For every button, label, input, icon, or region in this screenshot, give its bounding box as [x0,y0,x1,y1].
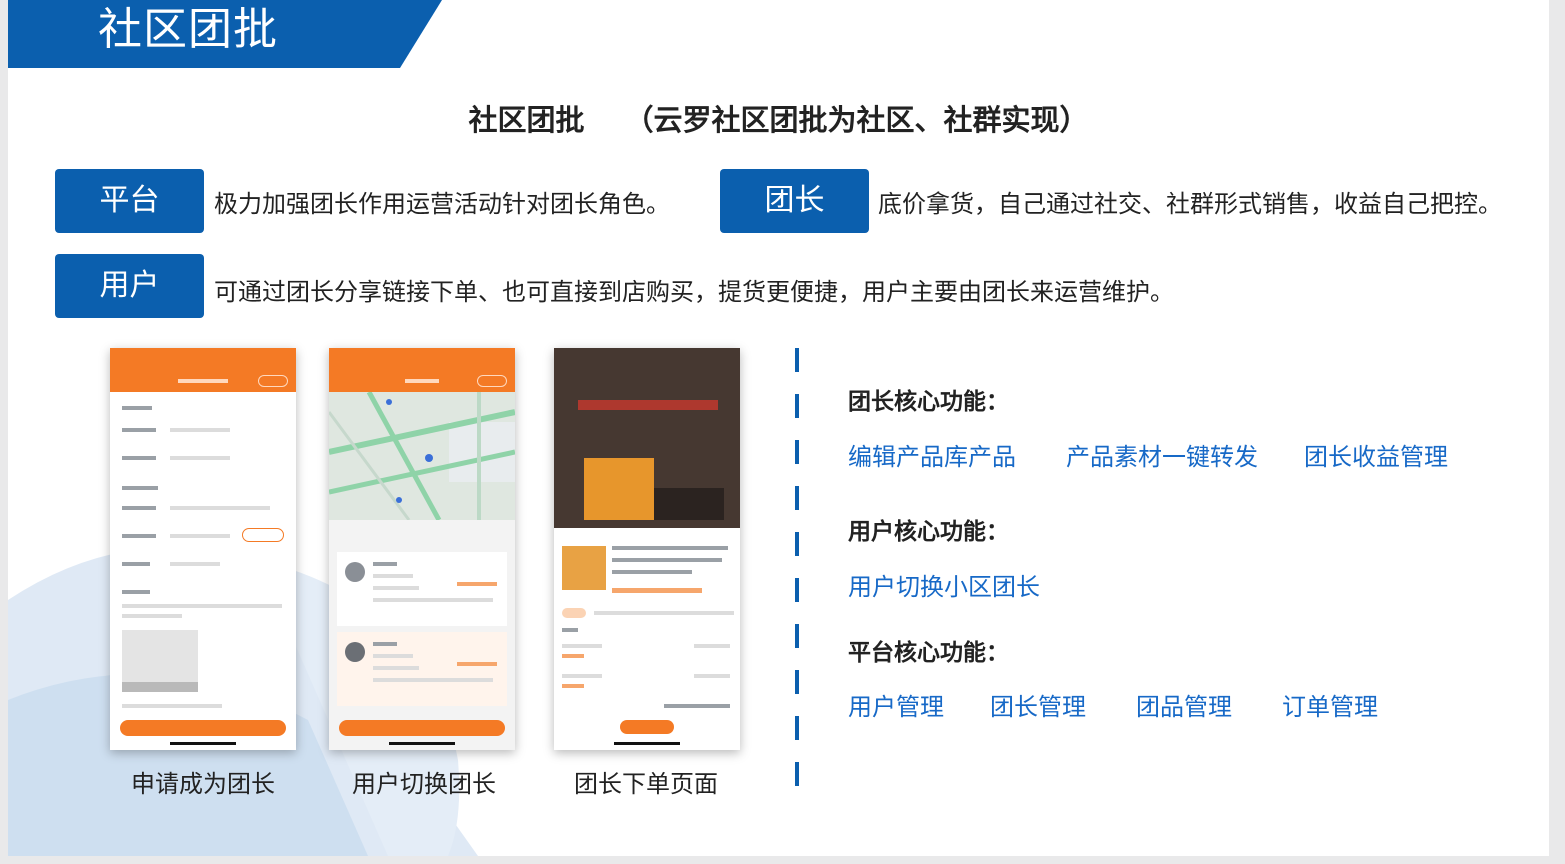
page-title: 社区团批 [98,4,278,55]
role-tag-user: 用户 [55,254,204,318]
role-tag-platform: 平台 [55,169,204,233]
screenshot-apply-leader [110,348,296,750]
feature-item-platform-users: 用户管理 [848,693,944,721]
subtitle-main: 社区团批 [468,103,585,137]
caption-apply-leader: 申请成为团长 [131,770,275,798]
feature-title-user: 用户核心功能： [848,519,1009,545]
feature-title-leader: 团长核心功能： [848,389,1009,415]
slide: 社区团批 社区团批 （云罗社区团批为社区、社群实现） 平台 极力加强团长作用运营活… [8,0,1549,856]
feature-item-platform-orders: 订单管理 [1282,693,1378,721]
feature-item-platform-products: 团品管理 [1136,693,1232,721]
feature-item-user-switch-leader: 用户切换小区团长 [848,573,1040,601]
screenshot-leader-order [554,348,740,750]
feature-item-leader-forward-materials: 产品素材一键转发 [1066,443,1258,471]
role-desc-user: 可通过团长分享链接下单、也可直接到店购买，提货更便捷，用户主要由团长来运营维护。 [214,278,1174,306]
screenshot-switch-leader [329,348,515,750]
section-subtitle: 社区团批 （云罗社区团批为社区、社群实现） [8,100,1549,140]
caption-switch-leader: 用户切换团长 [352,770,496,798]
feature-title-platform: 平台核心功能： [848,640,1009,666]
role-desc-platform: 极力加强团长作用运营活动针对团长角色。 [214,190,670,218]
caption-leader-order: 团长下单页面 [574,770,718,798]
map-view [329,392,515,520]
feature-item-leader-edit-products: 编辑产品库产品 [848,443,1016,471]
feature-item-platform-leaders: 团长管理 [990,693,1086,721]
subtitle-detail: （云罗社区团批为社区、社群实现） [624,103,1089,137]
dashed-divider [795,348,799,806]
role-desc-leader: 底价拿货，自己通过社交、社群形式销售，收益自己把控。 [878,190,1502,218]
role-tag-leader: 团长 [720,169,869,233]
feature-item-leader-earnings: 团长收益管理 [1304,443,1448,471]
